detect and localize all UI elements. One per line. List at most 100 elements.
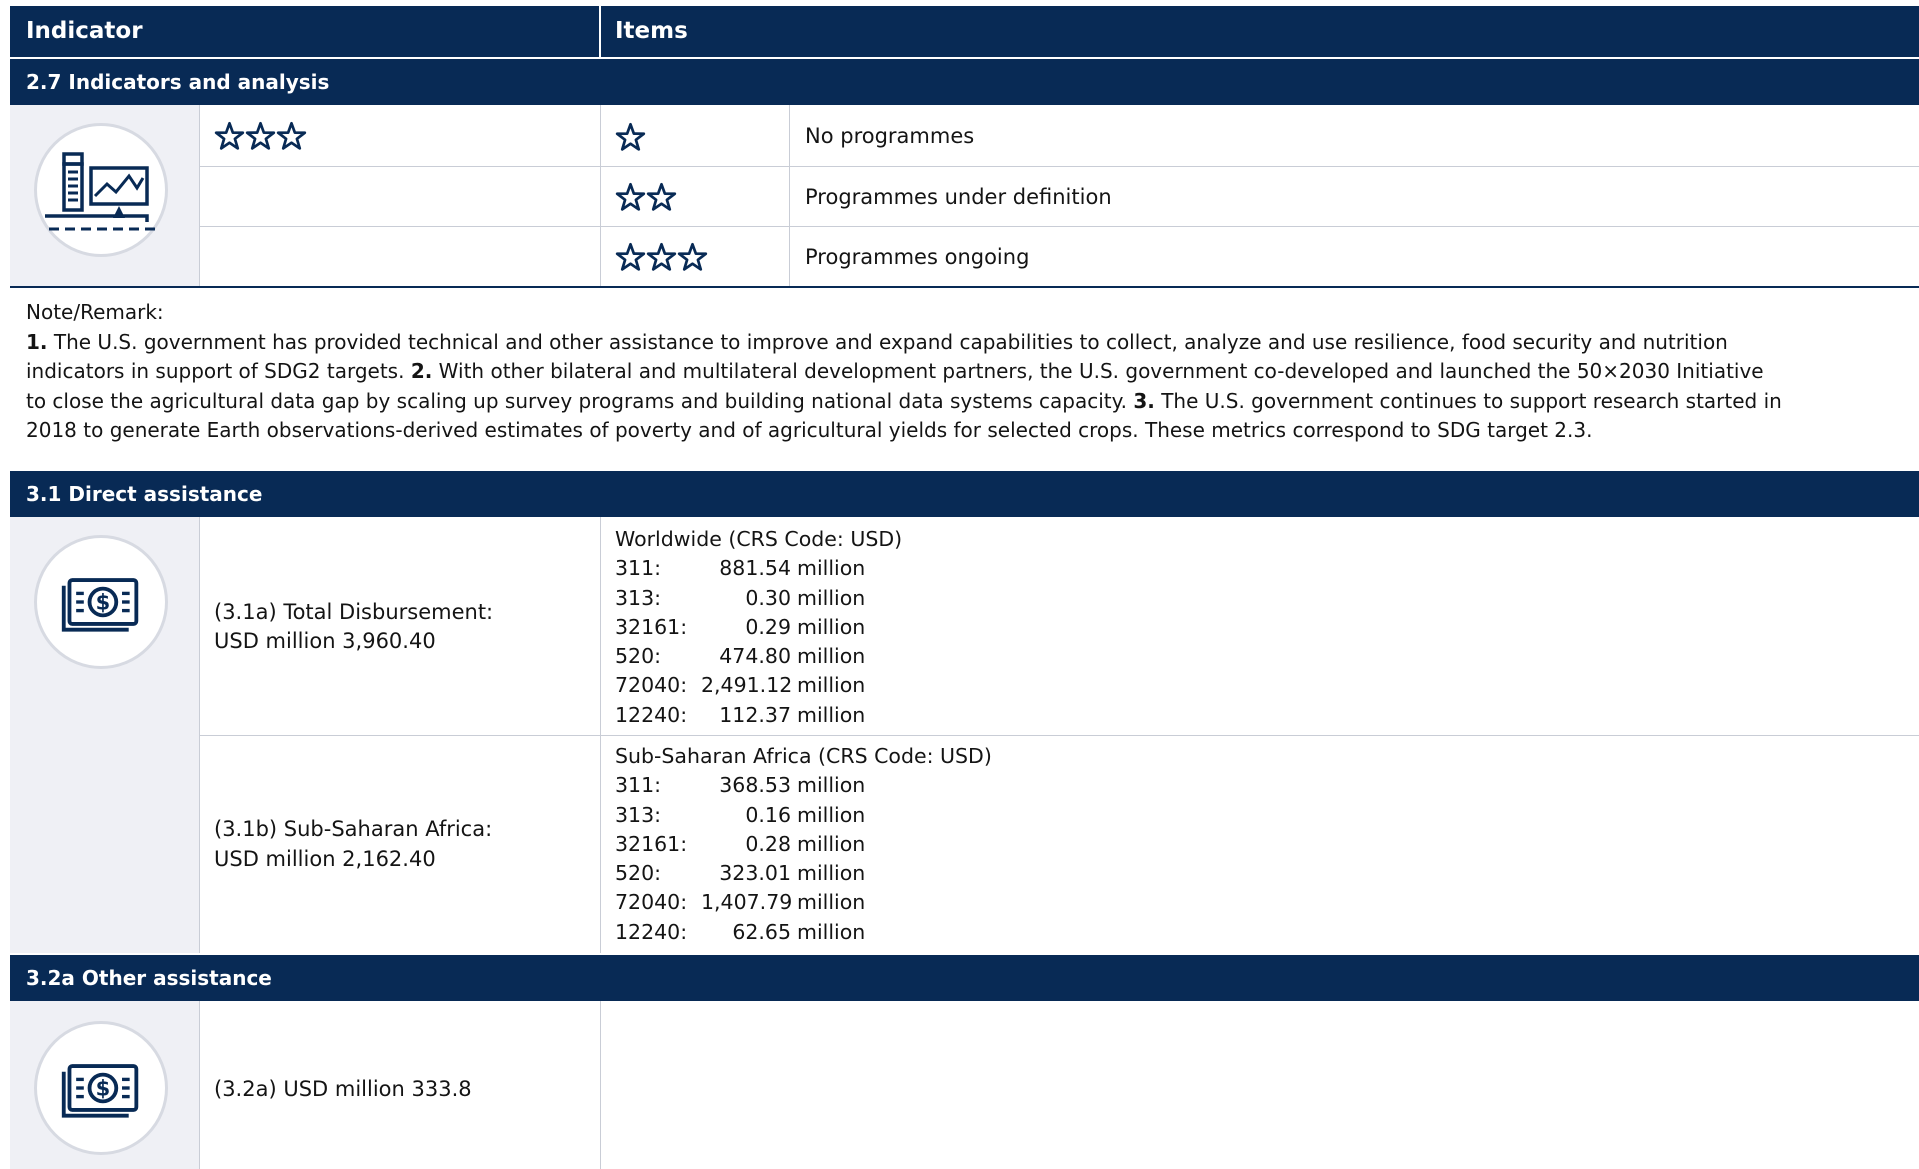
crs-row: 311: 881.54 million <box>615 554 902 583</box>
star-icon <box>214 121 245 150</box>
divider <box>600 1001 601 1169</box>
note-label: Note/Remark: <box>26 300 164 324</box>
crs-row: 32161: 0.28 million <box>615 830 992 859</box>
section-header-3-1: 3.1 Direct assistance <box>10 471 1919 517</box>
crs-unit: million <box>797 644 866 669</box>
crs-amount: 474.80 <box>719 644 791 669</box>
crs-title: Worldwide (CRS Code: USD) <box>615 527 903 551</box>
disbursement-value: USD million 3,960.40 <box>214 629 436 653</box>
crs-code: 72040: <box>615 890 688 915</box>
section-header-2-7: 2.7 Indicators and analysis <box>10 59 1919 105</box>
star-icon <box>245 121 276 150</box>
note-num-1: 1. <box>26 329 48 354</box>
section-title: 3.1 Direct assistance <box>26 482 263 506</box>
divider <box>199 735 1919 736</box>
crs-code: 32161: <box>615 831 688 856</box>
header-items: Items <box>615 18 688 44</box>
ssa-value: USD million 2,162.40 <box>214 847 436 871</box>
money-bill-icon <box>34 535 168 669</box>
crs-row: 311: 368.53 million <box>615 771 992 800</box>
crs-row: 313: 0.16 million <box>615 801 992 830</box>
crs-row: 32161: 0.29 million <box>615 613 902 642</box>
crs-row: 12240: 112.37 million <box>615 701 902 730</box>
star-icon <box>615 122 646 151</box>
crs-code: 12240: <box>615 702 688 727</box>
crs-amount: 368.53 <box>719 773 791 798</box>
crs-row: 72040: 2,491.12 million <box>615 671 902 700</box>
legend-label-3: Programmes ongoing <box>805 245 1030 269</box>
star-icon <box>677 242 708 271</box>
star-icon <box>646 242 677 271</box>
note-remark: Note/Remark: 1. The U.S. government has … <box>26 298 1786 446</box>
divider <box>199 105 200 286</box>
crs-code: 311: <box>615 556 662 581</box>
crs-unit: million <box>797 802 866 827</box>
legend-stars-1 <box>615 122 646 151</box>
crs-amount: 62.65 <box>732 919 791 944</box>
star-icon <box>276 121 307 150</box>
header-divider <box>599 6 601 57</box>
crs-code: 313: <box>615 585 662 610</box>
section-header-3-2a: 3.2a Other assistance <box>10 955 1919 1001</box>
crs-row: 72040: 1,407.79 million <box>615 888 992 917</box>
section-title: 3.2a Other assistance <box>26 966 272 990</box>
section-bottom-rule <box>10 286 1919 288</box>
crs-unit: million <box>797 861 866 886</box>
crs-amount: 0.28 <box>745 831 791 856</box>
crs-amount: 112.37 <box>719 702 791 727</box>
crs-amount: 323.01 <box>719 861 791 886</box>
disbursement-label: (3.1a) Total Disbursement: <box>214 600 494 624</box>
crs-amount: 881.54 <box>719 556 791 581</box>
crs-unit: million <box>797 702 866 727</box>
crs-worldwide: Worldwide (CRS Code: USD) 311: 881.54 mill… <box>615 525 902 730</box>
star-icon <box>615 242 646 271</box>
table-header: Indicator Items <box>10 6 1919 57</box>
crs-unit: million <box>797 614 866 639</box>
crs-unit: million <box>797 890 866 915</box>
crs-code: 520: <box>615 861 662 886</box>
divider <box>789 105 790 286</box>
star-icon <box>646 182 677 211</box>
crs-row: 313: 0.30 million <box>615 584 902 613</box>
crs-amount: 1,407.79 <box>701 890 793 915</box>
crs-row: 520: 474.80 million <box>615 642 902 671</box>
divider <box>600 105 601 286</box>
legend-stars-2 <box>615 182 677 211</box>
computer-analytics-icon <box>34 123 168 257</box>
crs-row: 12240: 62.65 million <box>615 918 992 947</box>
crs-code: 72040: <box>615 673 688 698</box>
crs-amount: 2,491.12 <box>701 673 793 698</box>
crs-row: 520: 323.01 million <box>615 859 992 888</box>
header-indicator: Indicator <box>26 18 143 44</box>
crs-sub-saharan: Sub-Saharan Africa (CRS Code: USD) 311: 3… <box>615 742 992 947</box>
crs-unit: million <box>797 773 866 798</box>
legend-label-1: No programmes <box>805 124 975 148</box>
crs-code: 12240: <box>615 919 688 944</box>
divider <box>199 226 1919 227</box>
crs-unit: million <box>797 919 866 944</box>
rating-stars <box>214 121 307 150</box>
crs-unit: million <box>797 831 866 856</box>
crs-code: 32161: <box>615 614 688 639</box>
crs-unit: million <box>797 556 866 581</box>
legend-stars-3 <box>615 242 708 271</box>
note-num-3: 3. <box>1133 388 1155 413</box>
crs-code: 313: <box>615 802 662 827</box>
crs-amount: 0.16 <box>745 802 791 827</box>
note-num-2: 2. <box>410 359 433 383</box>
crs-amount: 0.30 <box>745 585 791 610</box>
crs-code: 520: <box>615 644 662 669</box>
divider <box>199 1001 200 1169</box>
ssa-label: (3.1b) Sub-Saharan Africa: <box>214 817 493 841</box>
section-title: 2.7 Indicators and analysis <box>26 70 330 94</box>
crs-unit: million <box>797 673 866 698</box>
star-icon <box>615 182 646 211</box>
crs-code: 311: <box>615 773 662 798</box>
divider <box>199 166 1919 167</box>
other-assistance-value: (3.2a) USD million 333.8 <box>214 1077 472 1101</box>
crs-title: Sub-Saharan Africa (CRS Code: USD) <box>615 744 992 768</box>
legend-label-2: Programmes under definition <box>805 185 1112 209</box>
crs-unit: million <box>797 585 866 610</box>
crs-amount: 0.29 <box>745 614 791 639</box>
money-bill-icon <box>34 1021 168 1155</box>
